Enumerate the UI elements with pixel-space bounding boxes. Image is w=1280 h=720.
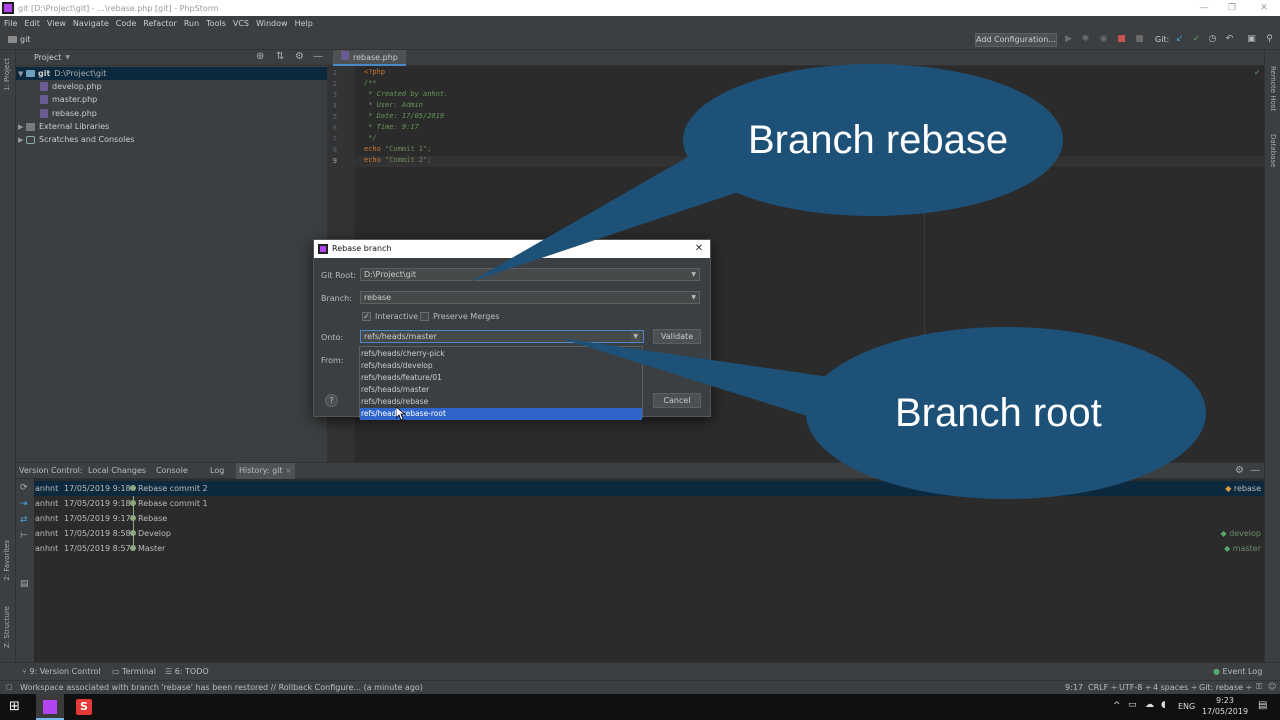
callout-text-branch-rebase: Branch rebase xyxy=(748,118,1009,162)
callout-overlay xyxy=(470,64,1206,499)
callout-text-branch-root: Branch root xyxy=(895,391,1102,435)
callout-branch-root xyxy=(560,327,1206,499)
callout-branch-rebase xyxy=(470,64,1063,282)
